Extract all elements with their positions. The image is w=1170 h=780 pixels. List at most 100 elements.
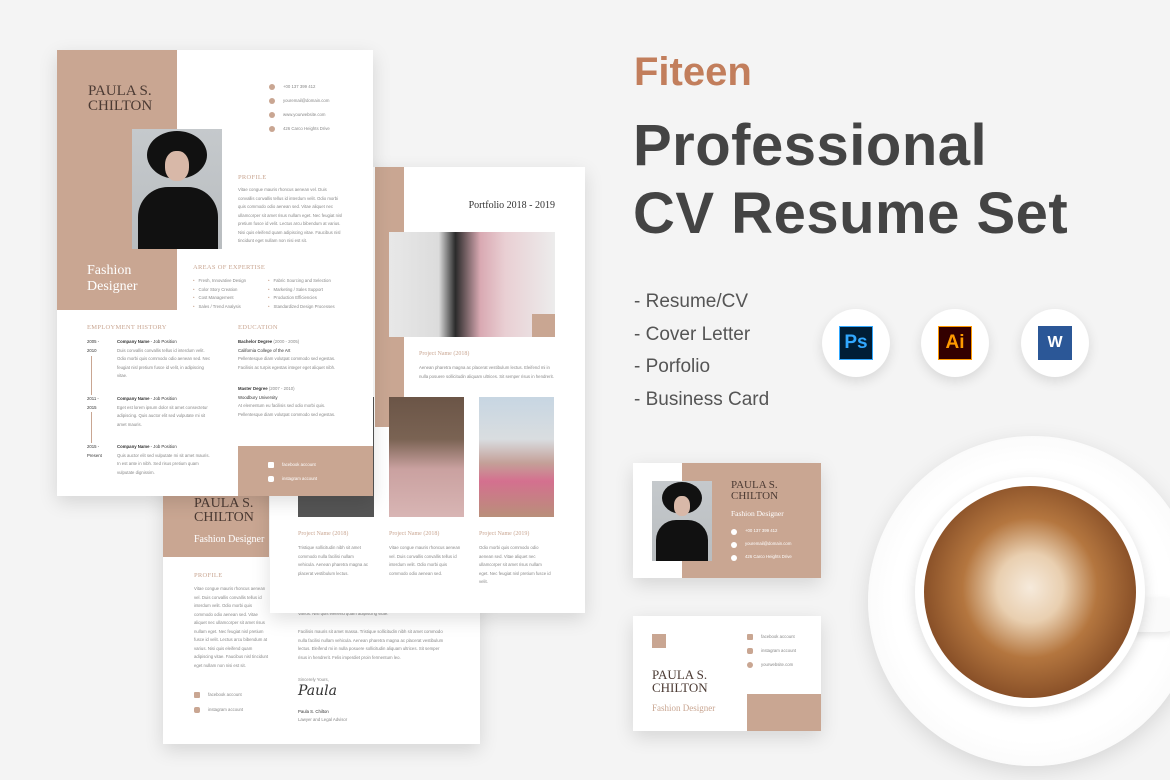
job-years: 2005 -2010 (87, 338, 105, 355)
globe-icon (747, 662, 753, 668)
feature-item: - Cover Letter (634, 323, 751, 345)
headline-line-2: CV Resume Set (633, 181, 1069, 246)
cover-profile-title: PROFILE (194, 572, 223, 579)
card-role: Fashion Designer (731, 509, 784, 518)
expertise-item: Marketing / Sales Support (268, 286, 335, 295)
phone-icon (269, 84, 275, 90)
card-phone: +00 137 399 412 (731, 525, 792, 538)
cover-para2: Facilisis mauris sit amet massa. Tristiq… (298, 629, 444, 660)
instagram-link: instagram account (268, 472, 373, 486)
cover-instagram: instagram account (194, 706, 243, 715)
job-years: 2015 - Present (87, 443, 105, 460)
expertise-title: AREAS OF EXPERTISE (193, 264, 266, 271)
globe-icon (269, 112, 275, 118)
expertise-item: Cost Management (193, 294, 246, 303)
business-card-back: PAULA S. CHILTON Fashion Designer faceboo… (633, 616, 821, 731)
phone-icon (731, 528, 737, 535)
resume-role: Fashion Designer (87, 263, 138, 294)
profile-text: Vitae congue mauris rhoncus aenean vel. … (238, 187, 343, 243)
card-instagram: instagram account (747, 644, 796, 658)
job-details: Company Name - Job Position Eget est lore… (117, 396, 208, 427)
project-name: Project Name (2018) (389, 531, 440, 537)
education-entry: Master Degree (2007 - 2010) Woodbury Uni… (238, 386, 336, 417)
profile-title: PROFILE (238, 174, 267, 181)
card-name: PAULA S. CHILTON (652, 667, 708, 695)
portfolio-title: Portfolio 2018 - 2019 (468, 200, 555, 211)
card-role: Fashion Designer (652, 703, 716, 713)
email-icon (731, 541, 737, 548)
headline: Professional CV Resume Set (633, 112, 1068, 248)
facebook-icon (268, 462, 274, 468)
card-logo-square (652, 634, 666, 648)
photo-body (656, 520, 708, 561)
feature-list: - Resume/CV - Cover Letter - Porfolio - … (634, 286, 769, 416)
contact-email: youremail@domain.com (269, 94, 330, 108)
job-details: Company Name - Job Position Duis convalli… (117, 339, 211, 378)
expertise-item: Color Story Creation (193, 286, 246, 295)
card-name: PAULA S. CHILTON (731, 479, 779, 502)
card-tan-block (747, 694, 821, 731)
expertise-item: Sales / Trend Analysis (193, 303, 246, 312)
coffee-latte-art (924, 486, 1136, 698)
cover-profile-text: Vitae congue mauris rhoncus aenean vel. … (194, 586, 269, 668)
facebook-link: facebook account (268, 458, 373, 472)
cover-name: PAULA S. CHILTON (194, 496, 254, 525)
instagram-icon (268, 476, 274, 482)
employment-title: EMPLOYMENT HISTORY (87, 324, 167, 331)
job-details: Company Name - Job Position Quis auctor e… (117, 444, 210, 475)
feature-item: - Resume/CV (634, 291, 749, 312)
location-pin-icon (269, 126, 275, 132)
contact-address: 426 Carco Heights Drive (269, 122, 330, 136)
project-text: Odio morbi quis commodo odio aenean sed.… (479, 545, 551, 584)
project-name: Project Name (2019) (479, 531, 530, 537)
card-photo (652, 481, 712, 561)
card-email: youremail@domain.com (731, 538, 792, 551)
cover-signer-title: Lawyer and Legal Advisor (298, 717, 348, 722)
feature-item: - Porfolio (634, 356, 711, 377)
project-name: Project Name (2018) (298, 531, 349, 537)
cover-facebook: facebook account (194, 691, 242, 700)
portfolio-photo-2 (389, 397, 464, 517)
expertise-list-1: Fresh, Innovative Design Color Story Cre… (193, 277, 247, 312)
card-socials: facebook account instagram account yourw… (747, 630, 796, 672)
portfolio-main-photo (389, 232, 555, 337)
signature: Paula (298, 683, 337, 699)
contact-list: +00 137 399 412 youremail@domain.com www… (269, 80, 330, 136)
feature-item: - Business Card (634, 388, 770, 410)
education-title: EDUCATION (238, 324, 278, 331)
illustrator-icon: Ai (921, 309, 989, 377)
expertise-item: Standardized Design Processes (268, 303, 335, 312)
project-text: Vitae congue mauris rhoncus aenean vel. … (389, 545, 461, 576)
project-text: Aenean pharetra magna ac placerat vestib… (419, 365, 554, 379)
photo-face (674, 496, 690, 516)
resume-social-footer: facebook account instagram account (238, 446, 373, 496)
project-text: Tristique sollicitudin nibh sit amet com… (298, 545, 368, 576)
contact-phone: +00 137 399 412 (269, 80, 330, 94)
brand-name: Fiteen (634, 50, 752, 94)
facebook-icon (747, 634, 753, 640)
instagram-icon (194, 706, 200, 713)
portfolio-photo-3 (479, 397, 554, 517)
resume-page: PAULA S. CHILTON Fashion Designer +00 137 … (57, 50, 373, 496)
project-name: Project Name (2018) (419, 351, 470, 357)
facebook-icon (194, 691, 200, 698)
photo-face (165, 151, 189, 181)
business-card-front: PAULA S. CHILTON Fashion Designer +00 137… (633, 463, 821, 578)
card-contacts: +00 137 399 412 youremail@domain.com 426… (731, 525, 792, 564)
card-address: 426 Carco Heights Drive (731, 551, 792, 564)
education-entry: Bachelor Degree (2000 - 2005) California… (238, 339, 336, 370)
word-icon: W (1021, 309, 1089, 377)
expertise-list-2: Fabric Sourcing and Selection Marketing … (268, 277, 335, 311)
contact-web: www.yourwebsite.com (269, 108, 330, 122)
cover-role: Fashion Designer (194, 534, 265, 545)
expertise-item: Fabric Sourcing and Selection (268, 277, 335, 286)
instagram-icon (747, 648, 753, 654)
photo-accent-square (532, 314, 555, 337)
expertise-item: Fresh, Innovative Design (193, 277, 247, 286)
email-icon (269, 98, 275, 104)
photo-body (138, 187, 218, 249)
card-facebook: facebook account (747, 630, 796, 644)
job-years: 2011 -2015 (87, 395, 105, 412)
photoshop-icon: Ps (822, 309, 890, 377)
expertise-item: Production Efficiencies (268, 294, 335, 303)
